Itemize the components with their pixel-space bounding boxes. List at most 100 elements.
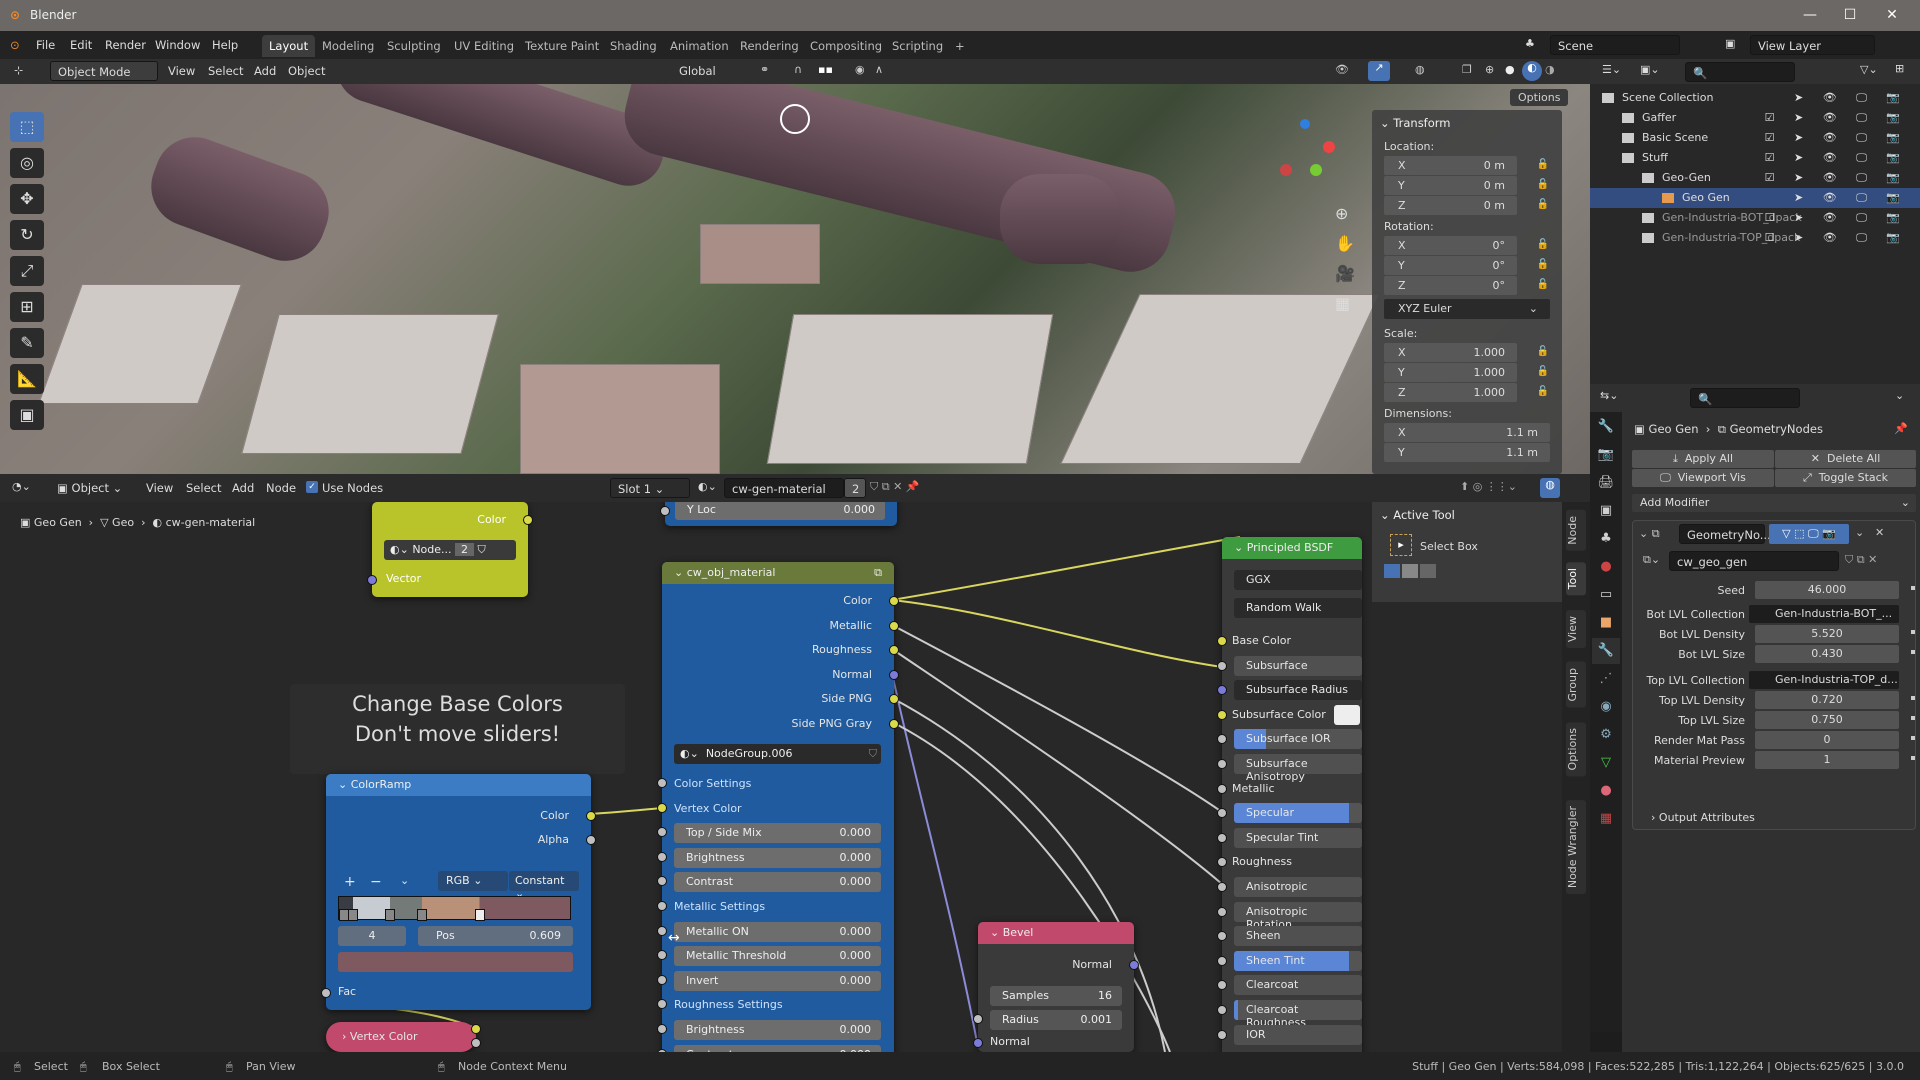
properties-options-icon[interactable]: ⌄	[1895, 389, 1904, 402]
stop-position-field[interactable]: Pos 0.609	[418, 926, 573, 946]
pivot-icon[interactable]: ⚭	[760, 63, 769, 76]
input-field[interactable]: Brightness 0.000	[674, 847, 881, 868]
node-editor[interactable]: ▣ Geo Gen › ▽ Geo › ◐ cw-gen-material Co…	[0, 502, 1590, 1052]
menu-edit[interactable]: Edit	[70, 38, 92, 52]
apply-all-button[interactable]: ⤓ Apply All	[1632, 450, 1774, 468]
display-mode-icon[interactable]: ☰⌄	[1602, 63, 1621, 76]
view-layer-filter-icon[interactable]: ▣⌄	[1640, 63, 1660, 76]
input-socket[interactable]	[1217, 759, 1227, 769]
collection-tab-icon[interactable]: ▭	[1592, 582, 1620, 608]
minimize-button[interactable]: —	[1790, 4, 1830, 26]
measure-tool-icon[interactable]: 📐	[10, 364, 44, 394]
color-output-socket[interactable]	[586, 811, 596, 821]
input-socket[interactable]	[1217, 808, 1227, 819]
tab-shading[interactable]: Shading	[603, 35, 664, 57]
editor-type-icon[interactable]: ⊹	[14, 64, 23, 77]
fac-input-socket[interactable]	[321, 988, 331, 998]
ramp-menu-button[interactable]: ⌄	[400, 874, 409, 887]
output-socket[interactable]	[889, 620, 899, 631]
input-socket[interactable]	[1217, 832, 1227, 843]
new-collection-icon[interactable]: ⊞	[1895, 62, 1904, 75]
color-mode-dropdown[interactable]: RGB ⌄	[438, 871, 508, 891]
options-dropdown[interactable]: Options	[1510, 89, 1569, 106]
material-shading-icon[interactable]: ◐	[1522, 61, 1542, 81]
node-group-selector[interactable]: cw_geo_gen	[1669, 551, 1839, 571]
texture-tab-icon[interactable]: ▦	[1592, 806, 1620, 832]
input-field[interactable]: IOR	[1234, 1024, 1362, 1045]
vertex-color-node[interactable]: › Vertex Color	[326, 1022, 481, 1052]
view-layer-tab-icon[interactable]: ▣	[1592, 498, 1620, 524]
input-field[interactable]: Contrast0.000	[674, 872, 881, 893]
yloc-node[interactable]: Y Loc 0.000	[660, 502, 897, 526]
transform-panel-title[interactable]: ⌄ Transform	[1372, 110, 1562, 136]
input-field[interactable]: Clearcoat	[1234, 975, 1362, 996]
annotate-tool-icon[interactable]: ✎	[10, 328, 44, 358]
blender-menu-icon[interactable]: ⊙	[10, 38, 20, 52]
output-socket[interactable]	[889, 669, 899, 680]
constraints-tab-icon[interactable]: ⚙	[1592, 722, 1620, 748]
input-field[interactable]: Metallic Threshold 0.000	[674, 946, 881, 967]
rotation-x-field[interactable]: X 0° 🔓	[1384, 236, 1549, 255]
menu-window[interactable]: Window	[155, 38, 200, 52]
tab-modeling[interactable]: Modeling	[315, 35, 381, 57]
bevel-header[interactable]: ⌄ Bevel	[978, 922, 1134, 944]
overlay-toggle-icon[interactable]: ◍	[1540, 478, 1560, 498]
number-field[interactable]: 1	[1755, 751, 1899, 769]
output-socket[interactable]	[889, 718, 899, 729]
output-socket[interactable]	[471, 1038, 481, 1048]
physics-tab-icon[interactable]: ◉	[1592, 694, 1620, 720]
object-tab-icon[interactable]: ■	[1592, 610, 1620, 636]
input-socket[interactable]	[657, 901, 667, 911]
mode-selector[interactable]: Object Mode	[50, 61, 158, 81]
number-field[interactable]: 0.720	[1755, 691, 1899, 709]
input-socket[interactable]	[657, 974, 667, 985]
modifier-tab-icon[interactable]: 🔧	[1592, 638, 1620, 664]
number-field[interactable]: 0	[1755, 731, 1899, 749]
remove-modifier-icon[interactable]: ✕	[1875, 526, 1884, 539]
input-field[interactable]: Contrast0.000	[674, 1044, 881, 1052]
keyframe-dot-icon[interactable]	[1911, 650, 1915, 654]
sidebar-tab-node[interactable]: Node	[1566, 510, 1586, 551]
scale-tool-icon[interactable]: ⤢	[10, 256, 44, 286]
outliner-row[interactable]: Geo-Gen ☑ ➤ 👁 🖵 📷	[1590, 168, 1920, 188]
input-field[interactable]: Invert 0.000	[674, 970, 881, 991]
gizmo-toggle-icon[interactable]: ↗	[1368, 61, 1390, 81]
world-tab-icon[interactable]: ●	[1592, 554, 1620, 580]
color-stop-handle[interactable]	[384, 909, 395, 921]
render-tab-icon[interactable]: 📷	[1592, 442, 1620, 468]
colorramp-node[interactable]: ⌄ ColorRamp Color Alpha + − ⌄ RGB ⌄ Cons…	[321, 774, 596, 1010]
3d-viewport[interactable]: ⊕ ✋ 🎥 ▦ Options	[0, 84, 1590, 474]
pin-icon[interactable]: 📌	[1894, 422, 1908, 435]
output-socket[interactable]	[523, 515, 533, 525]
bevel-node[interactable]: ⌄ Bevel Normal Samples 16 Radius 0.001 Nor…	[973, 922, 1139, 1052]
outliner-row[interactable]: Gen-Industria-TOP_dpack ☐ ➤ 👁 🖵 📷	[1590, 228, 1920, 248]
outliner-row[interactable]: Gen-Industria-BOT_dpack ☐ ➤ 👁 🖵 📷	[1590, 208, 1920, 228]
remove-stop-button[interactable]: −	[370, 874, 382, 890]
outliner-row[interactable]: Stuff ☑ ➤ 👁 🖵 📷	[1590, 148, 1920, 168]
modifier-visibility-toggles[interactable]: ▽ ⬚ 🖵 📷	[1769, 524, 1849, 544]
subsurface-method-dropdown[interactable]: Random Walk	[1234, 598, 1362, 618]
number-field[interactable]: 0.750	[1755, 711, 1899, 729]
use-nodes-checkbox[interactable]: ✓	[306, 481, 318, 493]
tab-sculpting[interactable]: Sculpting	[380, 35, 448, 57]
input-socket[interactable]	[1217, 931, 1227, 942]
visibility-toggles[interactable]: ☐ ➤ 👁 🖵 📷	[1765, 208, 1908, 228]
visibility-toggles[interactable]: ☑ ➤ 👁 🖵 📷	[1765, 108, 1908, 128]
zoom-view-icon[interactable]: ⊕	[1335, 204, 1348, 223]
tab-compositing[interactable]: Compositing	[803, 35, 889, 57]
select-mode-new-icon[interactable]	[1384, 564, 1400, 578]
cursor-tool-icon[interactable]: ◎	[10, 148, 44, 178]
alpha-output-socket[interactable]	[586, 835, 596, 845]
material-tab-icon[interactable]: ●	[1592, 778, 1620, 804]
visibility-toggles[interactable]: ☑ ➤ 👁 🖵 📷	[1765, 148, 1908, 168]
visibility-toggles[interactable]: ➤ 👁 🖵 📷	[1794, 188, 1908, 208]
keyframe-dot-icon[interactable]	[1911, 696, 1915, 700]
node-menu-view[interactable]: View	[146, 481, 173, 495]
color-stop-handle[interactable]	[474, 909, 485, 921]
input-field[interactable]: Specular Tint	[1234, 827, 1362, 848]
tab-rendering[interactable]: Rendering	[733, 35, 806, 57]
node-menu-node[interactable]: Node	[266, 481, 296, 495]
output-socket[interactable]	[471, 1024, 481, 1034]
tab-scripting[interactable]: Scripting	[885, 35, 950, 57]
viewport-menu-add[interactable]: Add	[254, 64, 276, 78]
